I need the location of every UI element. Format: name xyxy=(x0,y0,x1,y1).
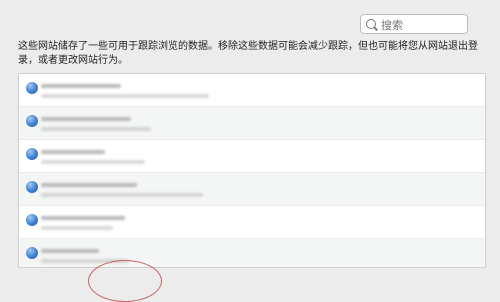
globe-icon xyxy=(26,148,38,160)
site-name xyxy=(41,117,131,121)
site-name xyxy=(41,150,105,154)
list-item[interactable] xyxy=(19,107,485,140)
list-item[interactable] xyxy=(19,206,485,239)
highlight-circle xyxy=(88,260,162,302)
site-detail xyxy=(41,94,209,98)
site-detail xyxy=(41,127,151,131)
website-data-info: 这些网站储存了一些可用于跟踪浏览的数据。移除这些数据可能会减少跟踪，但也可能将您… xyxy=(18,41,478,66)
site-detail xyxy=(41,160,145,164)
search-field[interactable] xyxy=(360,14,469,34)
globe-icon xyxy=(26,181,38,193)
list-item[interactable] xyxy=(19,140,485,173)
site-name xyxy=(41,216,125,220)
site-detail xyxy=(41,193,203,197)
search-icon xyxy=(366,19,376,29)
list-item[interactable] xyxy=(19,239,485,267)
site-name xyxy=(41,84,121,88)
globe-icon xyxy=(26,247,38,259)
globe-icon xyxy=(26,82,38,94)
list-item[interactable] xyxy=(19,74,485,107)
globe-icon xyxy=(26,115,38,127)
website-data-list[interactable] xyxy=(18,73,486,268)
site-name xyxy=(41,183,137,187)
site-name xyxy=(41,249,99,253)
list-item[interactable] xyxy=(19,173,485,206)
globe-icon xyxy=(26,214,38,226)
search-input[interactable] xyxy=(379,16,469,34)
site-detail xyxy=(41,226,113,230)
